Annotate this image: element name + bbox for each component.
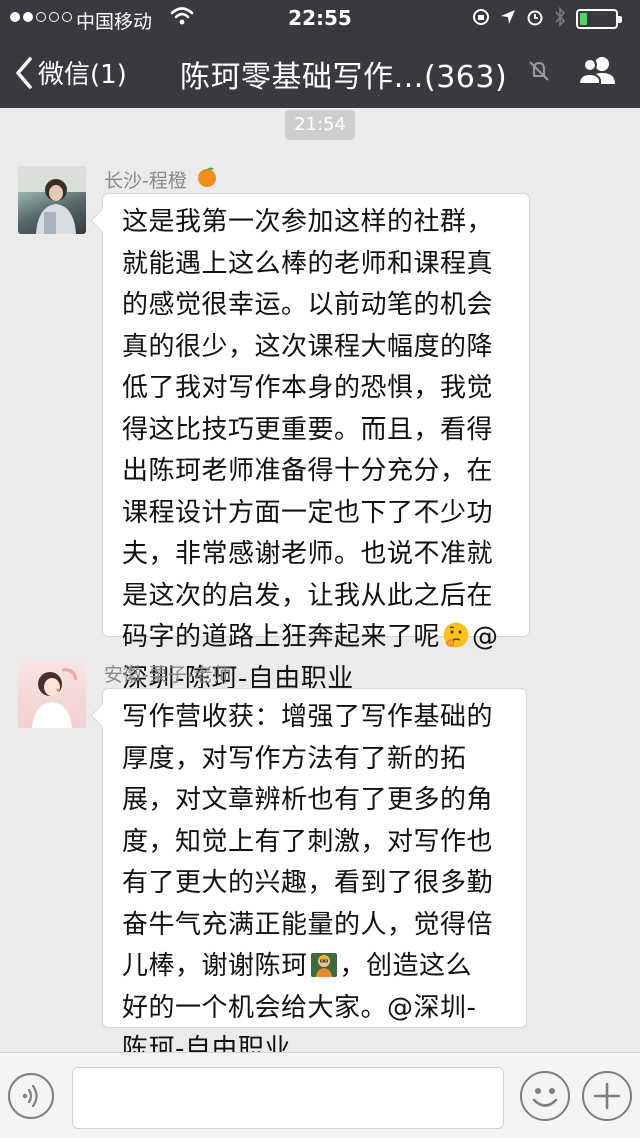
message-line: 低了我对写作本身的恐惧，我觉	[122, 373, 494, 403]
message-line: 奋牛气充满正能量的人，觉得倍	[122, 909, 494, 940]
message-line: 厚度，对写作方法有了新的拓	[122, 743, 467, 774]
back-label: 微信(1)	[38, 60, 127, 90]
message-line: 出陈珂老师准备得十分充分，在	[122, 456, 494, 486]
smiley-icon	[532, 1088, 558, 1107]
message-bubble[interactable]: 写作营收获：增强了写作基础的 厚度，对写作方法有了新的拓 展，对文章辨析也有了更…	[102, 688, 527, 1064]
message-input[interactable]	[72, 1067, 504, 1129]
message-line: 写作营收获：增强了写作基础的	[122, 702, 494, 732]
message-line: 是这次的启发，让我从此之后在	[122, 580, 494, 611]
thinking-face-emoji-icon	[443, 622, 469, 648]
message-bubble[interactable]: 这是我第一次参加这样的社群， 就能遇上这么棒的老师和课程真 的感觉很幸运。以前动…	[102, 193, 530, 694]
voice-button[interactable]	[8, 1073, 54, 1119]
mute-icon	[529, 61, 549, 81]
plus-icon	[593, 1082, 621, 1110]
location-arrow-icon	[501, 10, 515, 24]
message-line: 夫，非常感谢老师。也说不准就	[122, 539, 494, 569]
bluetooth-icon	[555, 7, 566, 27]
message-line-suffix: ，创造这么	[339, 951, 473, 981]
message-line: 得这比技巧更重要。而且，看得	[122, 414, 494, 445]
message-line: 好的一个机会给大家。@深圳-	[122, 992, 477, 1023]
message-line: 这是我第一次参加这样的社群，	[122, 207, 494, 237]
message-line: 有了更大的兴趣，看到了很多勤	[122, 868, 494, 898]
more-button[interactable]	[582, 1071, 632, 1121]
chevron-left-icon	[16, 56, 32, 89]
avatar-illustration	[32, 668, 78, 728]
sender-name: 安徽-栗子-老师	[104, 664, 232, 686]
mention-symbol: @	[472, 622, 499, 652]
message-line: 就能遇上这么棒的老师和课程真	[122, 248, 494, 279]
message-line: 的感觉很幸运。以前动笔的机会	[122, 290, 494, 320]
alarm-clock-icon	[527, 10, 543, 26]
avatar[interactable]	[18, 166, 86, 234]
orange-emoji-icon	[198, 167, 216, 187]
nav-bar: 微信(1) 陈珂零基础写作…(363)	[0, 36, 640, 108]
chat-timestamp: 21:54	[285, 110, 355, 140]
avatar[interactable]	[18, 660, 86, 728]
voice-icon	[22, 1084, 38, 1108]
message-line: 真的很少，这次课程大幅度的降	[122, 331, 494, 362]
message-line: 课程设计方面一定也下了不少功	[122, 497, 494, 528]
orientation-lock-icon	[473, 9, 489, 25]
input-bar	[0, 1052, 640, 1138]
message-line: 度，知觉上有了刺激，对写作也	[122, 826, 494, 857]
message-line: 展，对文章辨析也有了更多的角	[122, 785, 494, 815]
status-bar: 中国移动 22:55	[0, 0, 640, 36]
message-line: 儿棒，谢谢陈珂	[122, 951, 308, 981]
avatar-photo	[18, 166, 86, 234]
emoji-button[interactable]	[520, 1071, 570, 1121]
message-line: 码字的道路上狂奔起来了呢	[122, 622, 441, 652]
battery-icon	[576, 9, 622, 29]
sender-name: 长沙-程橙	[104, 170, 187, 192]
teacher-emoji-icon	[310, 953, 337, 977]
back-button[interactable]: 微信(1)	[14, 54, 127, 91]
top-bar: 中国移动 22:55 微信(1) 陈珂零基础写作…(363)	[0, 0, 640, 108]
group-members-icon[interactable]	[578, 54, 618, 86]
chat-title: 陈珂零基础写作…(363)	[180, 60, 508, 95]
